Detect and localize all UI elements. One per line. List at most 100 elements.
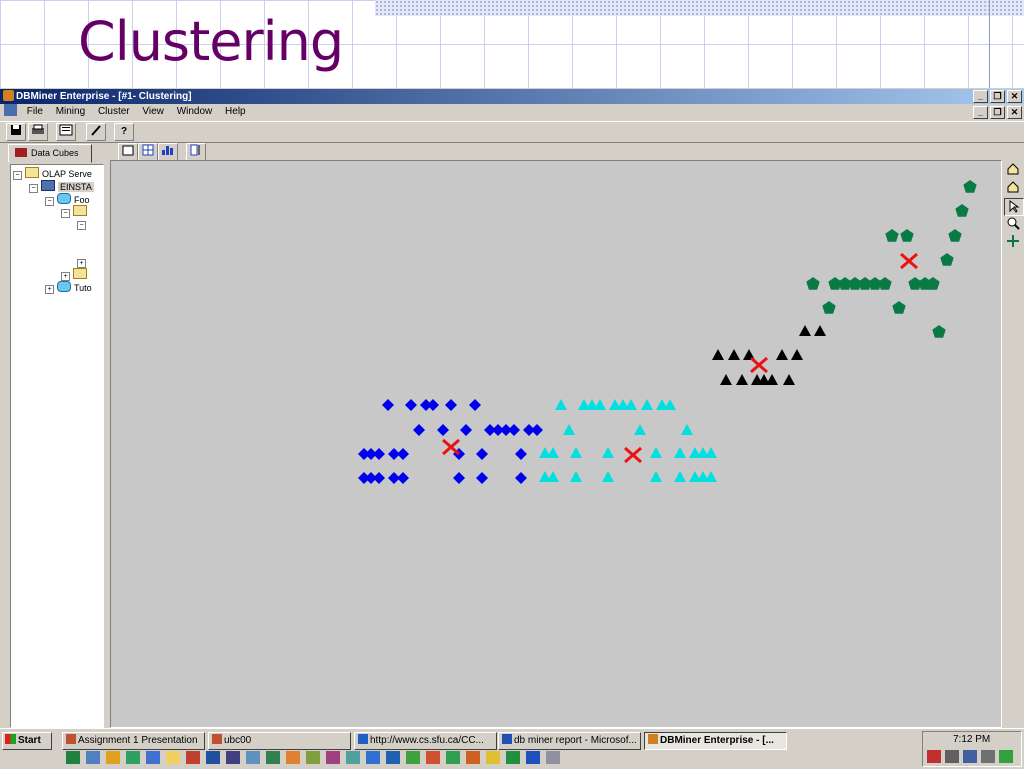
task-ubc00[interactable]: ubc00 (208, 732, 351, 750)
properties-button[interactable] (56, 123, 76, 141)
quicklaunch-icon[interactable] (386, 751, 400, 764)
tree-expander[interactable]: − (29, 184, 38, 193)
cluster-centroid-marker (750, 356, 768, 374)
database-icon (57, 281, 71, 292)
help-button[interactable]: ? (114, 123, 134, 141)
quicklaunch-icon[interactable] (306, 751, 320, 764)
quicklaunch-icon[interactable] (66, 751, 80, 764)
dbminer-icon (648, 734, 658, 744)
cluster-4-point (641, 399, 653, 410)
document-icon[interactable] (4, 104, 17, 116)
grid-view-button[interactable] (138, 143, 158, 161)
quicklaunch-icon[interactable] (446, 751, 460, 764)
start-button[interactable]: Start (2, 732, 52, 750)
tree-node-child[interactable]: + (77, 256, 89, 268)
tree-expander[interactable]: − (77, 221, 86, 230)
quicklaunch-icon[interactable] (326, 751, 340, 764)
wizard-button[interactable] (86, 123, 106, 141)
quicklaunch-icon[interactable] (286, 751, 300, 764)
quicklaunch-icon[interactable] (246, 751, 260, 764)
menu-file[interactable]: File (22, 104, 48, 120)
quicklaunch-icon[interactable] (206, 751, 220, 764)
quicklaunch-icon[interactable] (126, 751, 140, 764)
cluster-3-point (382, 399, 394, 411)
quicklaunch-icon[interactable] (486, 751, 500, 764)
quicklaunch-icon[interactable] (546, 751, 560, 764)
tree-node-folder[interactable]: − (61, 205, 90, 218)
cluster-2-point (814, 325, 826, 336)
tree-expander[interactable]: + (77, 259, 86, 268)
tree-node-food[interactable]: − Foo (45, 193, 90, 206)
tree-node-olap-server[interactable]: − OLAP Serve (13, 167, 92, 180)
tree-expander[interactable]: − (13, 171, 22, 180)
zoom-button[interactable] (1004, 216, 1022, 232)
quicklaunch-icon[interactable] (186, 751, 200, 764)
quicklaunch-icon[interactable] (266, 751, 280, 764)
quicklaunch-icon[interactable] (366, 751, 380, 764)
clock[interactable]: 7:12 PM (953, 734, 990, 745)
sort-button[interactable] (186, 143, 206, 161)
cluster-2-point (736, 374, 748, 385)
cluster-centroid-marker (624, 446, 642, 464)
menu-mining[interactable]: Mining (51, 104, 90, 120)
restore-button[interactable]: ❐ (990, 90, 1005, 103)
minimize-button[interactable]: _ (973, 90, 988, 103)
menu-view[interactable]: View (137, 104, 169, 120)
quicklaunch-icon[interactable] (466, 751, 480, 764)
home-alt-button[interactable] (1004, 180, 1022, 196)
task-word[interactable]: db miner report - Microsof... (498, 732, 641, 750)
cluster-3-point (445, 399, 457, 411)
menu-help[interactable]: Help (220, 104, 251, 120)
tray-icon[interactable] (999, 750, 1013, 763)
child-close-button[interactable]: ✕ (1007, 106, 1022, 119)
window-titlebar[interactable]: DBMiner Enterprise - [#1- Clustering] _ … (0, 89, 1024, 104)
tree-node-child[interactable]: − (77, 218, 89, 230)
cluster-2-point (791, 349, 803, 360)
excel-icon[interactable] (506, 751, 520, 764)
tree-label: Foo (74, 195, 90, 205)
cluster-3-point (373, 448, 385, 460)
tree-expander[interactable]: − (61, 209, 70, 218)
quicklaunch-icon[interactable] (346, 751, 360, 764)
cluster-3-point (405, 399, 417, 411)
select-button[interactable] (1004, 198, 1024, 216)
tree-node-tutorial[interactable]: + Tuto (45, 281, 92, 294)
quicklaunch-icon[interactable] (86, 751, 100, 764)
tray-icon[interactable] (981, 750, 995, 763)
tree-expander[interactable]: + (61, 272, 70, 281)
chart-view-button[interactable] (158, 143, 178, 161)
network-icon[interactable] (927, 750, 941, 763)
close-button[interactable]: ✕ (1007, 90, 1022, 103)
tree-expander[interactable]: − (45, 197, 54, 206)
save-button[interactable] (6, 123, 26, 141)
print-button[interactable] (28, 123, 48, 141)
slide-header-pattern (375, 0, 1024, 16)
task-dbminer[interactable]: DBMiner Enterprise - [... (644, 732, 787, 750)
quicklaunch-icon[interactable] (146, 751, 160, 764)
pan-button[interactable] (1004, 234, 1022, 250)
tree-node-einstein[interactable]: − EINSTA (29, 180, 94, 193)
child-restore-button[interactable]: ❐ (990, 106, 1005, 119)
quicklaunch-icon[interactable] (106, 751, 120, 764)
cluster-2-point (720, 374, 732, 385)
cluster-plot-area[interactable] (110, 160, 1002, 728)
quicklaunch-icon[interactable] (166, 751, 180, 764)
quicklaunch-icon[interactable] (426, 751, 440, 764)
menu-window[interactable]: Window (172, 104, 218, 120)
volume-icon[interactable] (945, 750, 959, 763)
task-browser[interactable]: http://www.cs.sfu.ca/CC... (354, 732, 497, 750)
tab-data-cubes[interactable]: Data Cubes (8, 144, 92, 163)
word-icon[interactable] (526, 751, 540, 764)
menu-cluster[interactable]: Cluster (93, 104, 135, 120)
quicklaunch-icon[interactable] (406, 751, 420, 764)
cluster-1-point (963, 180, 977, 193)
home-button[interactable] (1004, 162, 1022, 178)
view-properties-button[interactable] (118, 143, 138, 161)
task-powerpoint[interactable]: Assignment 1 Presentation (62, 732, 205, 750)
tray-icon[interactable] (963, 750, 977, 763)
tree-expander[interactable]: + (45, 285, 54, 294)
cluster-4-point (634, 424, 646, 435)
tree-node-folder[interactable]: + (61, 268, 90, 281)
child-minimize-button[interactable]: _ (973, 106, 988, 119)
quicklaunch-icon[interactable] (226, 751, 240, 764)
